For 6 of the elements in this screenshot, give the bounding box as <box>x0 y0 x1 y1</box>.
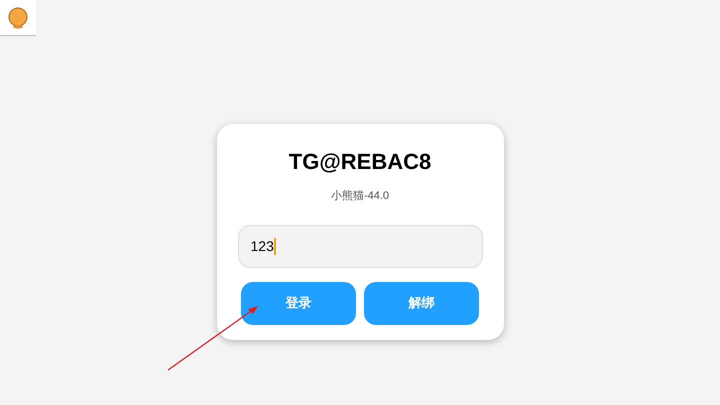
card-title: TG@REBAC8 <box>288 148 432 176</box>
version-label: 小熊猫-44.0 <box>330 189 390 204</box>
action-button[interactable]: 登录 <box>241 282 356 324</box>
input-field[interactable]: 123 <box>238 224 482 268</box>
action-button[interactable]: 解绑 <box>364 282 479 324</box>
avatar-icon <box>7 6 29 28</box>
